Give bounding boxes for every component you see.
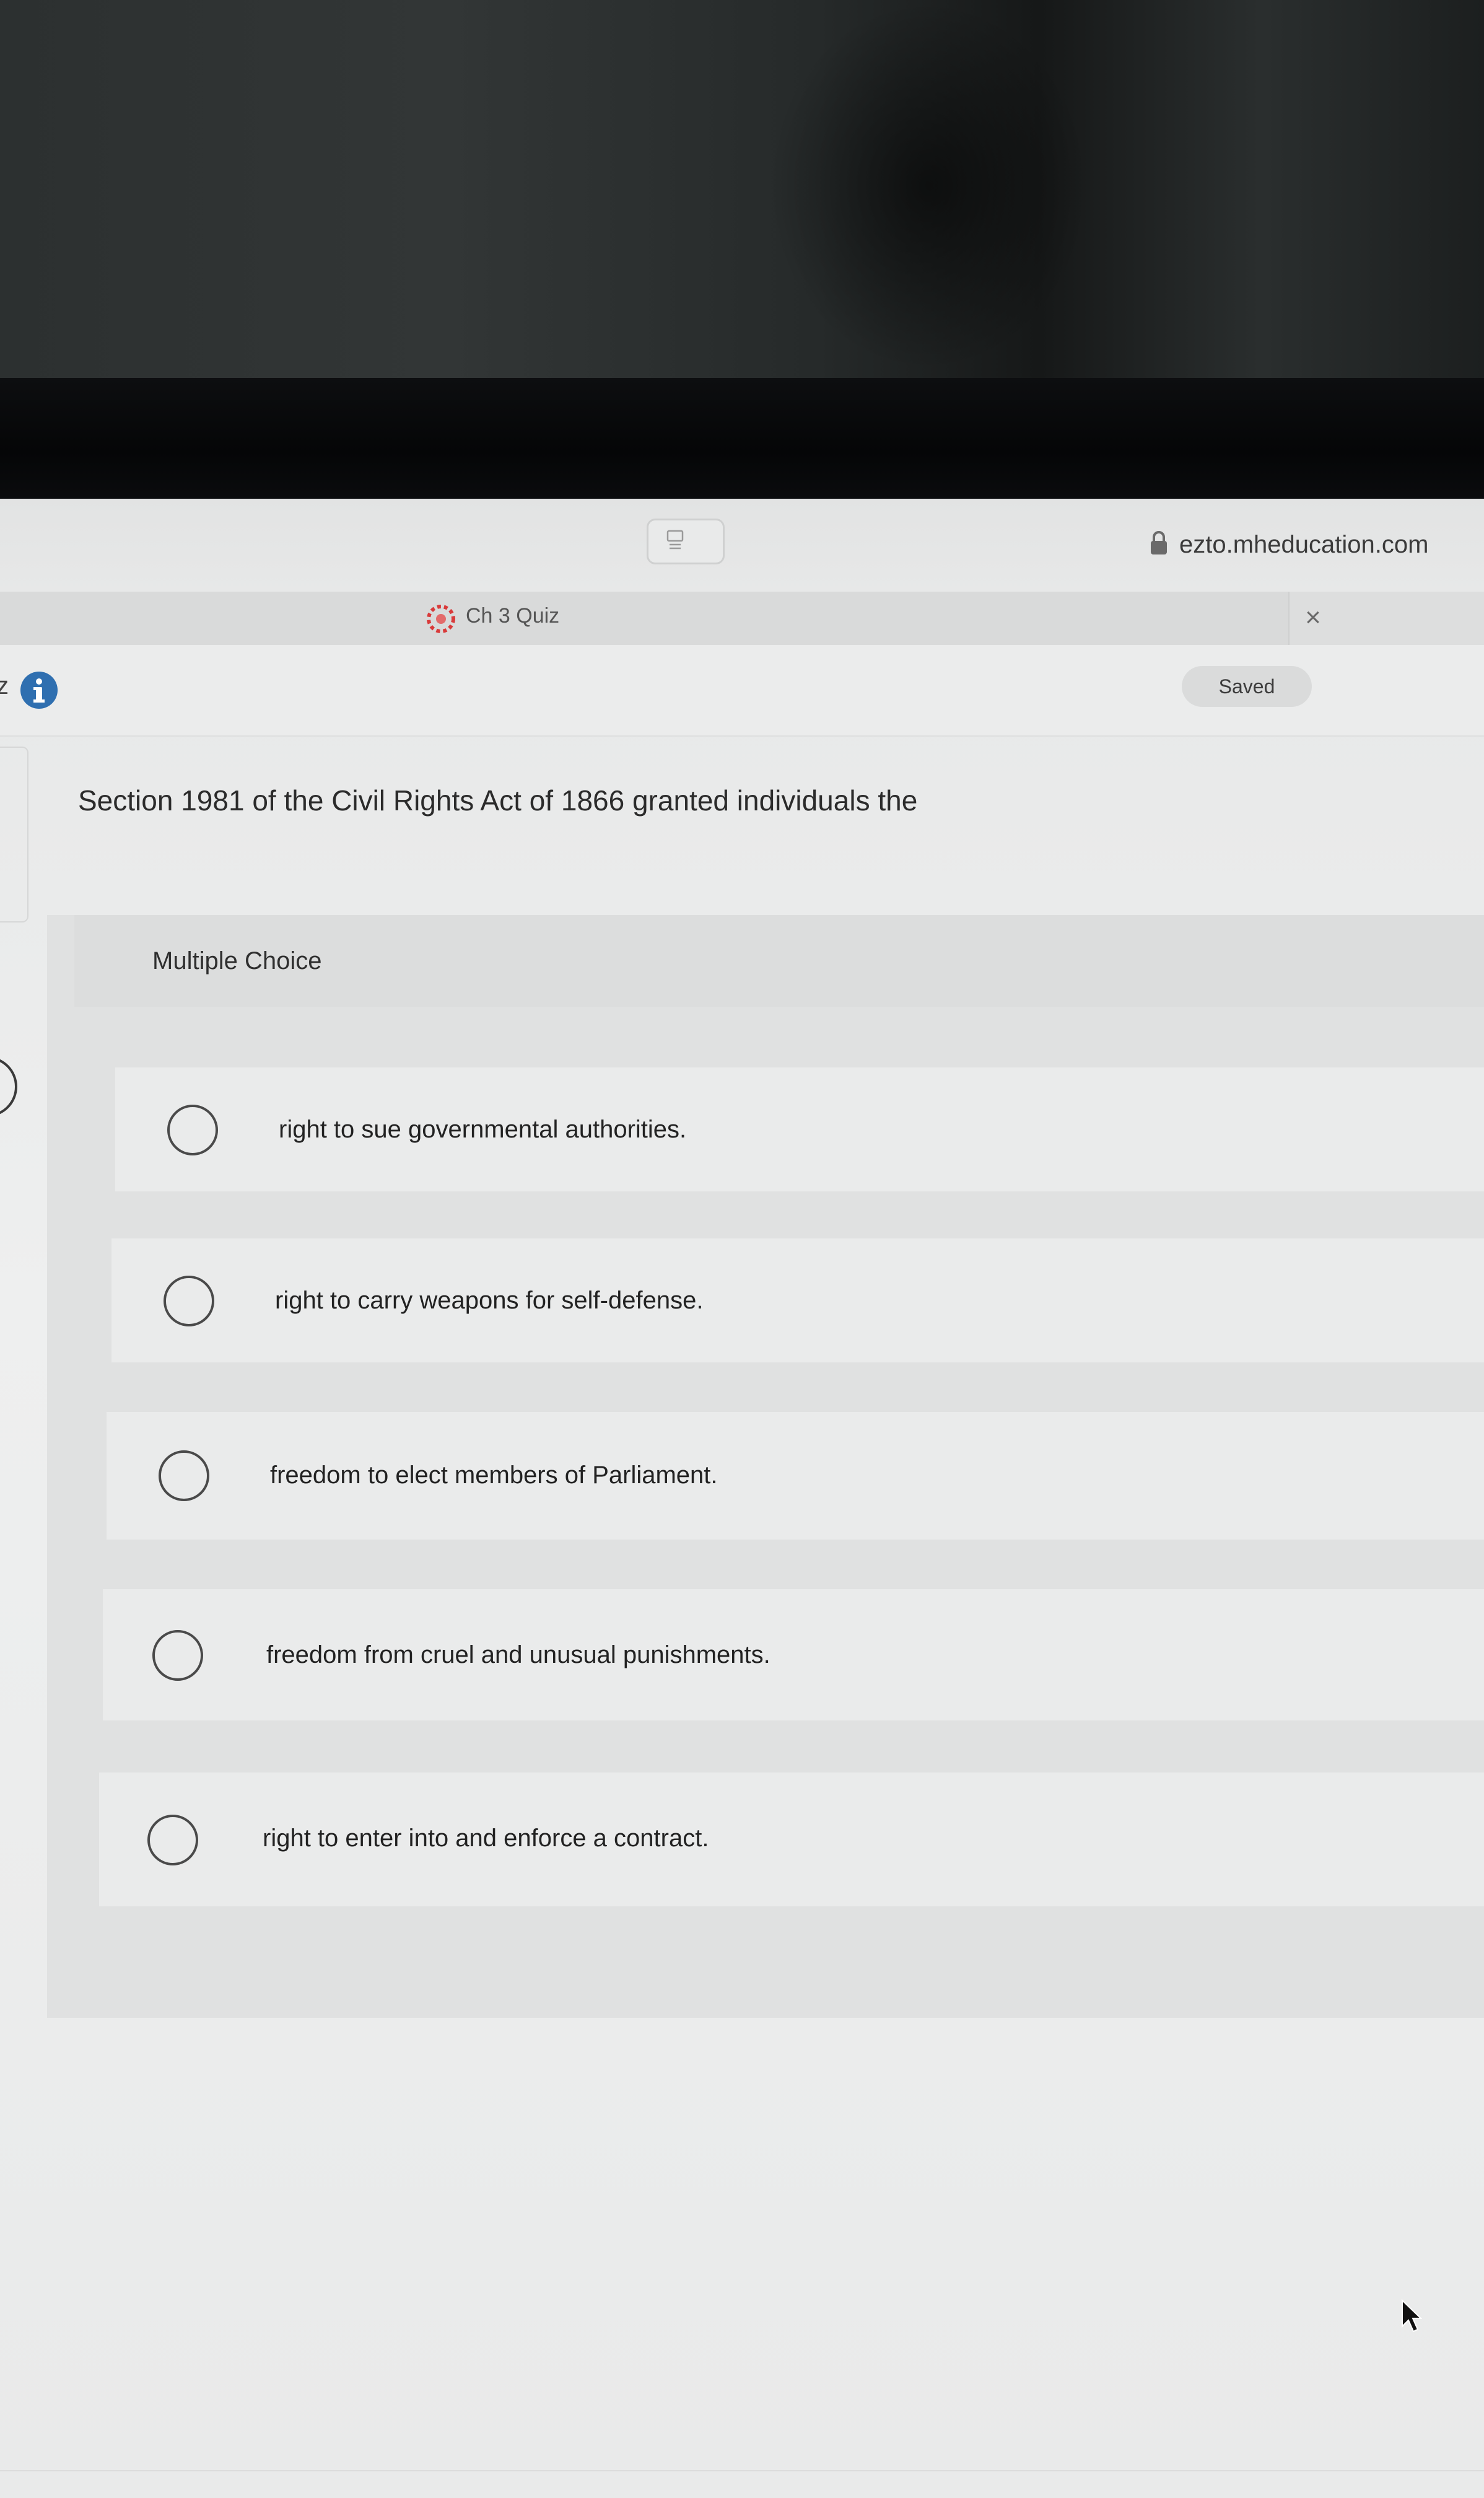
question-nav-indicator[interactable] xyxy=(0,1056,17,1117)
tab-title: Ch 3 Quiz xyxy=(466,604,560,628)
radio-button-1[interactable] xyxy=(167,1105,218,1155)
radio-button-2[interactable] xyxy=(164,1276,214,1326)
question-nav-panel[interactable] xyxy=(0,747,28,923)
choice-option-5[interactable]: right to enter into and enforce a contra… xyxy=(99,1773,1484,1906)
choice-option-3[interactable]: freedom to elect members of Parliament. xyxy=(107,1412,1484,1540)
screen-bezel xyxy=(0,378,1484,502)
sidebar-icon xyxy=(666,530,684,550)
lock-icon xyxy=(1151,531,1167,554)
question-type-label: Multiple Choice xyxy=(152,947,322,975)
favicon-icon xyxy=(427,605,455,633)
browser-window: ezto.mheducation.com Ch 3 Quiz × z Saved… xyxy=(0,499,1484,2498)
radio-button-3[interactable] xyxy=(159,1450,209,1501)
background-room xyxy=(0,0,1484,384)
divider xyxy=(0,2470,1484,2471)
tab-close-icon[interactable]: × xyxy=(1301,600,1325,635)
saved-status-badge: Saved xyxy=(1182,666,1312,707)
choice-label-3: freedom to elect members of Parliament. xyxy=(270,1462,718,1489)
choice-option-1[interactable]: right to sue governmental authorities. xyxy=(115,1067,1484,1191)
url-text[interactable]: ezto.mheducation.com xyxy=(1179,531,1428,559)
tab-strip: Ch 3 Quiz × xyxy=(0,592,1484,645)
choice-option-2[interactable]: right to carry weapons for self-defense. xyxy=(111,1238,1484,1362)
quiz-header: z Saved xyxy=(0,645,1484,737)
mouse-cursor-icon xyxy=(1402,2299,1422,2333)
tab-ch3-quiz[interactable]: Ch 3 Quiz xyxy=(0,592,1290,645)
header-title-fragment: z xyxy=(0,672,9,699)
question-text: Section 1981 of the Civil Rights Act of … xyxy=(78,784,918,817)
info-icon[interactable] xyxy=(20,671,58,709)
address-bar: ezto.mheducation.com xyxy=(0,499,1484,592)
choice-label-5: right to enter into and enforce a contra… xyxy=(263,1825,709,1852)
choice-label-4: freedom from cruel and unusual punishmen… xyxy=(266,1641,770,1668)
choice-label-1: right to sue governmental authorities. xyxy=(279,1116,687,1143)
radio-button-4[interactable] xyxy=(152,1630,203,1681)
sidebar-toggle-button[interactable] xyxy=(647,519,725,564)
choice-label-2: right to carry weapons for self-defense. xyxy=(275,1287,704,1314)
radio-button-5[interactable] xyxy=(147,1815,198,1865)
choice-option-4[interactable]: freedom from cruel and unusual punishmen… xyxy=(103,1589,1484,1720)
background-shadow xyxy=(768,0,1090,372)
